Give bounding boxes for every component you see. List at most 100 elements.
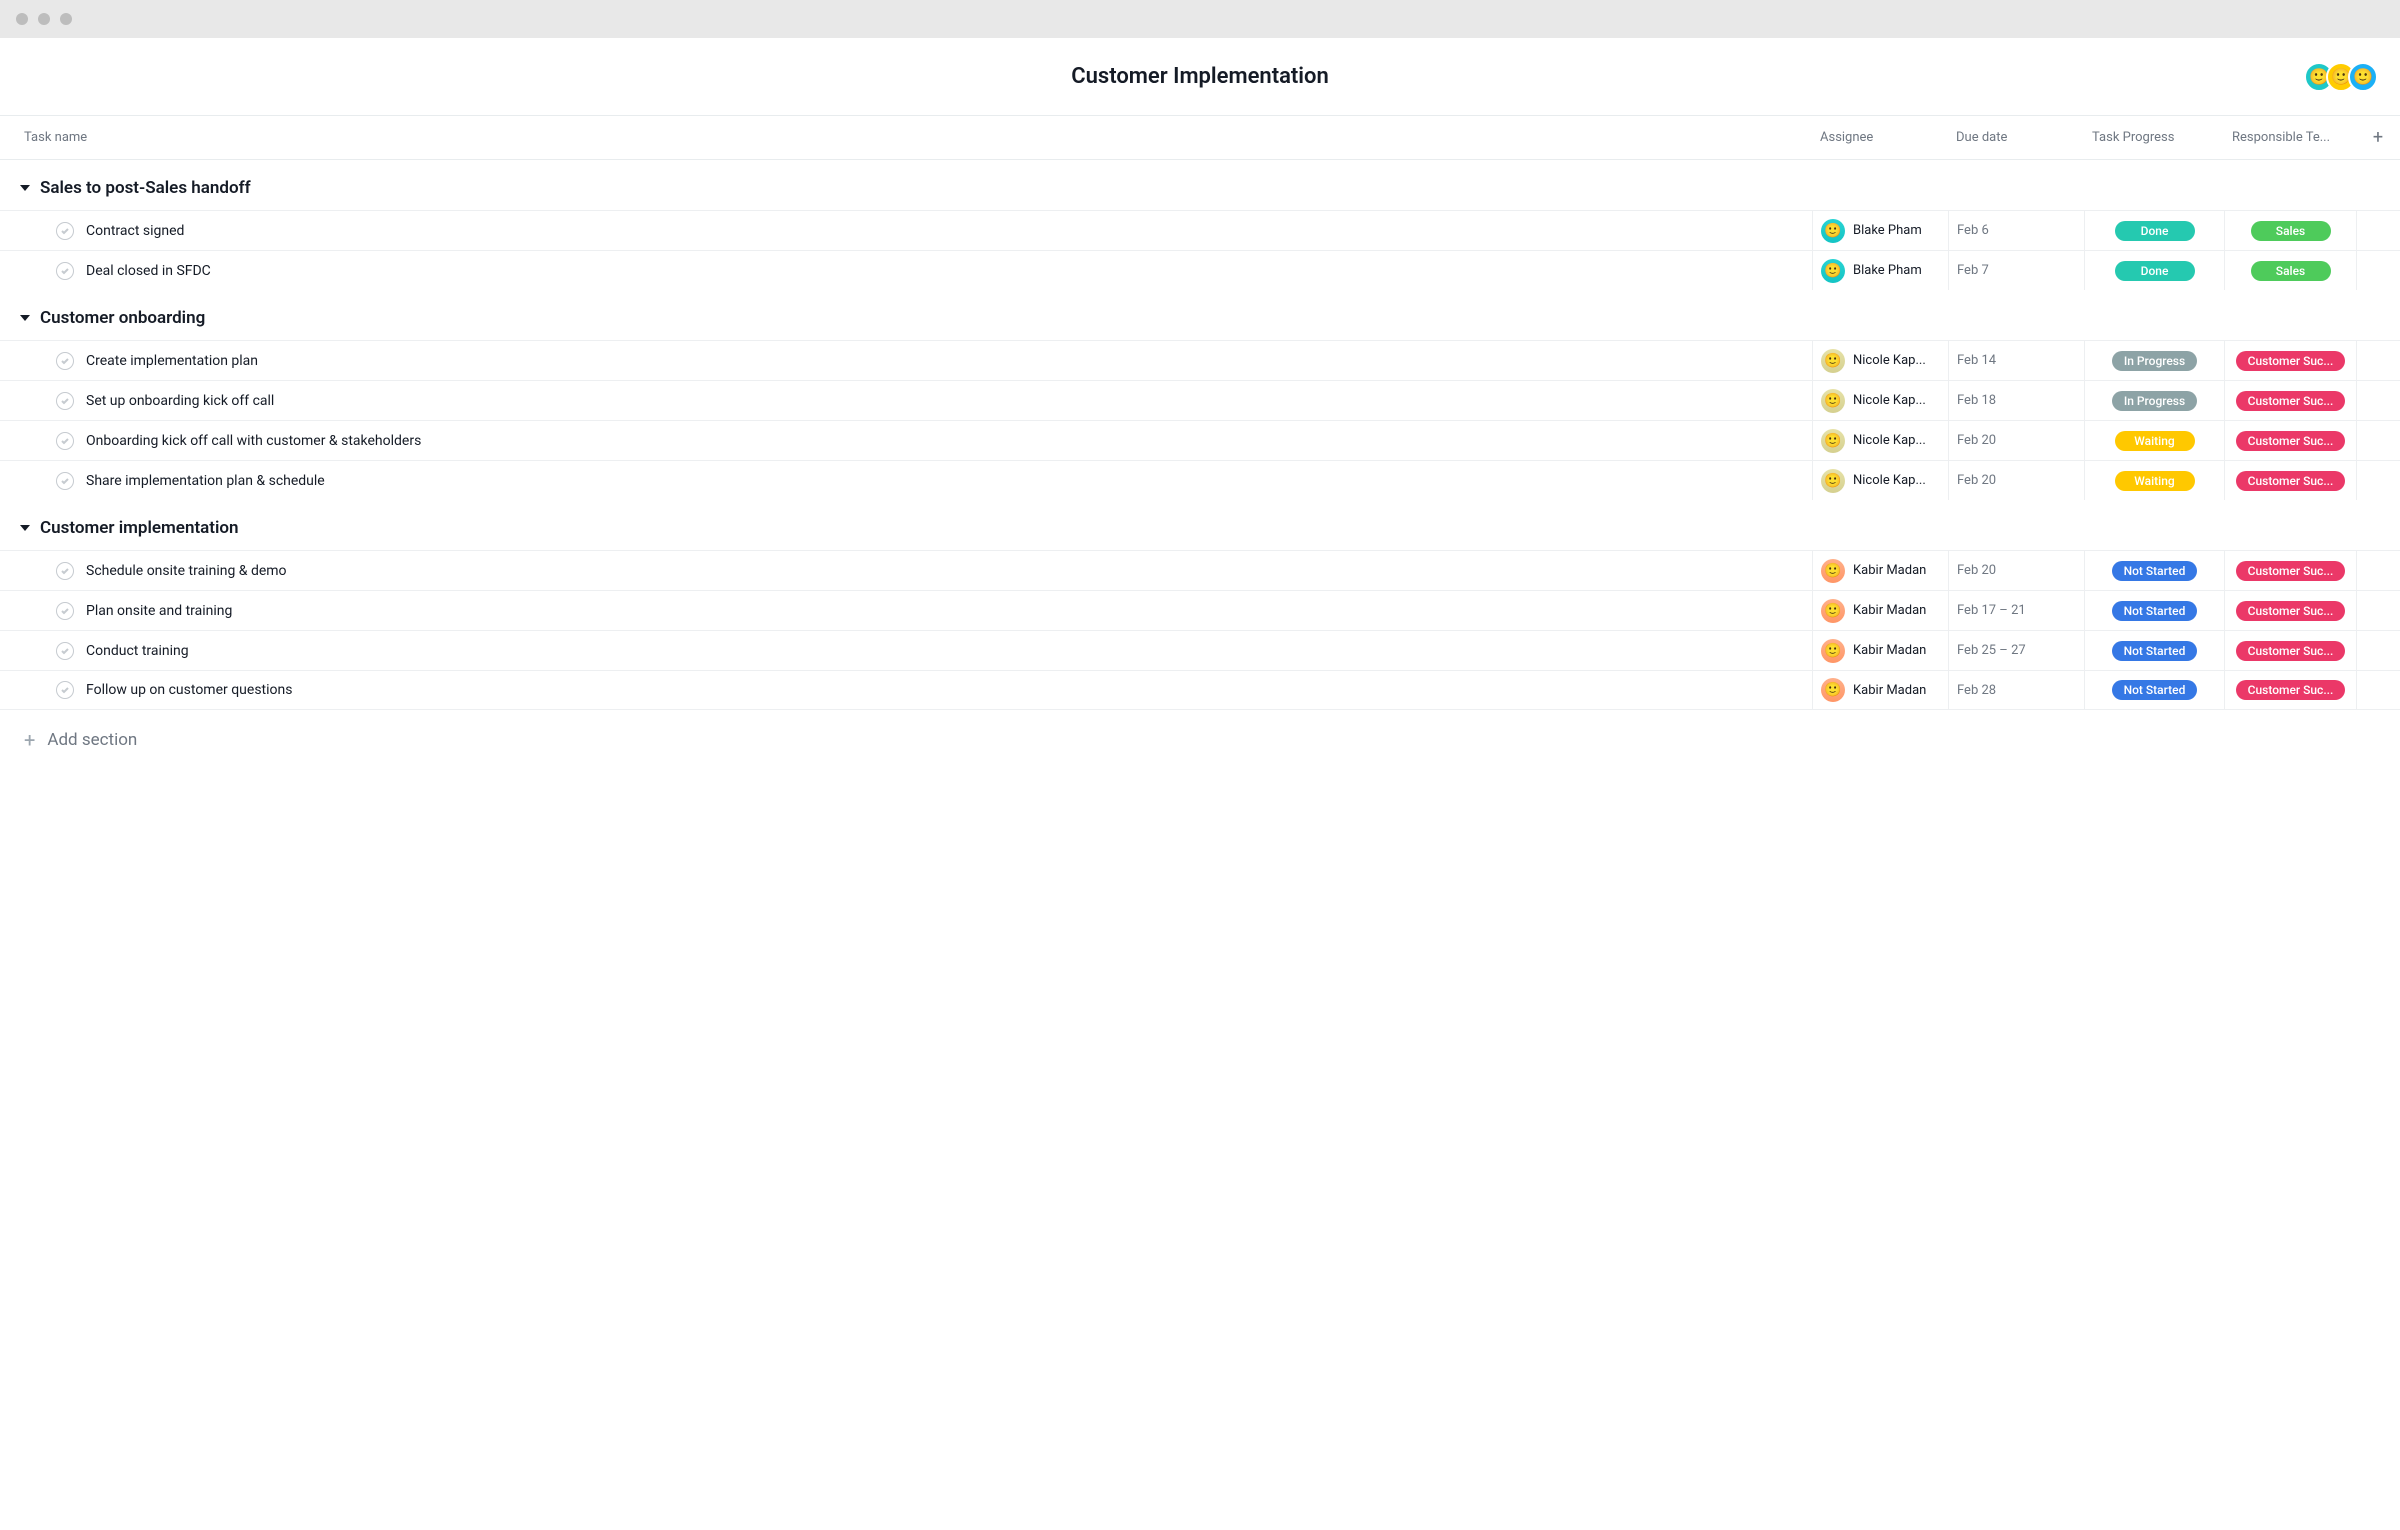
complete-task-checkbox[interactable] (56, 562, 74, 580)
complete-task-checkbox[interactable] (56, 681, 74, 699)
task-row[interactable]: Set up onboarding kick off call 🙂 Nicole… (0, 380, 2400, 420)
task-row[interactable]: Deal closed in SFDC 🙂 Blake PhamFeb 7Don… (0, 250, 2400, 290)
traffic-light-zoom[interactable] (60, 13, 72, 25)
task-row[interactable]: Plan onsite and training 🙂 Kabir MadanFe… (0, 590, 2400, 630)
progress-cell[interactable]: In Progress (2084, 341, 2224, 380)
team-cell[interactable]: Customer Suc... (2224, 461, 2356, 500)
due-date-cell[interactable]: Feb 25 – 27 (1948, 631, 2084, 670)
team-cell[interactable]: Sales (2224, 211, 2356, 250)
assignee-cell[interactable]: 🙂 Blake Pham (1812, 211, 1948, 250)
team-cell[interactable]: Customer Suc... (2224, 631, 2356, 670)
assignee-cell[interactable]: 🙂 Nicole Kap... (1812, 421, 1948, 460)
empty-cell (2356, 631, 2400, 670)
empty-cell (2356, 211, 2400, 250)
assignee-name: Nicole Kap... (1853, 353, 1926, 368)
empty-cell (2356, 251, 2400, 290)
progress-cell[interactable]: Not Started (2084, 591, 2224, 630)
complete-task-checkbox[interactable] (56, 392, 74, 410)
section-header[interactable]: Customer implementation (0, 500, 2400, 550)
assignee-cell[interactable]: 🙂 Kabir Madan (1812, 671, 1948, 709)
complete-task-checkbox[interactable] (56, 642, 74, 660)
assignee-cell[interactable]: 🙂 Blake Pham (1812, 251, 1948, 290)
assignee-avatar: 🙂 (1821, 429, 1845, 453)
progress-cell[interactable]: Waiting (2084, 461, 2224, 500)
task-row[interactable]: Schedule onsite training & demo 🙂 Kabir … (0, 550, 2400, 590)
due-date-cell[interactable]: Feb 17 – 21 (1948, 591, 2084, 630)
team-cell[interactable]: Customer Suc... (2224, 421, 2356, 460)
due-date-cell[interactable]: Feb 7 (1948, 251, 2084, 290)
due-date: Feb 7 (1957, 263, 1989, 278)
team-cell[interactable]: Customer Suc... (2224, 341, 2356, 380)
due-date-cell[interactable]: Feb 28 (1948, 671, 2084, 709)
assignee-cell[interactable]: 🙂 Kabir Madan (1812, 551, 1948, 590)
progress-cell[interactable]: Not Started (2084, 671, 2224, 709)
task-row[interactable]: Onboarding kick off call with customer &… (0, 420, 2400, 460)
chevron-down-icon[interactable] (20, 315, 30, 321)
assignee-cell[interactable]: 🙂 Nicole Kap... (1812, 461, 1948, 500)
task-name-cell: Schedule onsite training & demo (0, 562, 1812, 580)
progress-cell[interactable]: Done (2084, 251, 2224, 290)
team-cell[interactable]: Customer Suc... (2224, 551, 2356, 590)
task-row[interactable]: Create implementation plan 🙂 Nicole Kap.… (0, 340, 2400, 380)
due-date: Feb 20 (1957, 563, 1996, 578)
assignee-cell[interactable]: 🙂 Kabir Madan (1812, 631, 1948, 670)
traffic-light-minimize[interactable] (38, 13, 50, 25)
complete-task-checkbox[interactable] (56, 472, 74, 490)
team-cell[interactable]: Sales (2224, 251, 2356, 290)
column-responsible-team: Responsible Te... (2224, 130, 2356, 145)
due-date-cell[interactable]: Feb 20 (1948, 461, 2084, 500)
chevron-down-icon[interactable] (20, 525, 30, 531)
task-row[interactable]: Conduct training 🙂 Kabir MadanFeb 25 – 2… (0, 630, 2400, 670)
assignee-avatar: 🙂 (1821, 259, 1845, 283)
due-date-cell[interactable]: Feb 20 (1948, 551, 2084, 590)
progress-cell[interactable]: Waiting (2084, 421, 2224, 460)
team-cell[interactable]: Customer Suc... (2224, 381, 2356, 420)
traffic-light-close[interactable] (16, 13, 28, 25)
progress-cell[interactable]: Not Started (2084, 551, 2224, 590)
task-row[interactable]: Share implementation plan & schedule 🙂 N… (0, 460, 2400, 500)
task-name-cell: Plan onsite and training (0, 602, 1812, 620)
column-due-date: Due date (1948, 130, 2084, 145)
progress-pill: In Progress (2112, 351, 2197, 371)
assignee-cell[interactable]: 🙂 Kabir Madan (1812, 591, 1948, 630)
task-name-cell: Conduct training (0, 642, 1812, 660)
progress-cell[interactable]: In Progress (2084, 381, 2224, 420)
progress-pill: Waiting (2115, 431, 2195, 451)
team-cell[interactable]: Customer Suc... (2224, 591, 2356, 630)
task-name: Onboarding kick off call with customer &… (86, 433, 421, 449)
team-cell[interactable]: Customer Suc... (2224, 671, 2356, 709)
due-date-cell[interactable]: Feb 14 (1948, 341, 2084, 380)
section-header[interactable]: Customer onboarding (0, 290, 2400, 340)
complete-task-checkbox[interactable] (56, 222, 74, 240)
assignee-cell[interactable]: 🙂 Nicole Kap... (1812, 381, 1948, 420)
progress-cell[interactable]: Not Started (2084, 631, 2224, 670)
column-task-progress: Task Progress (2084, 130, 2224, 145)
page-title: Customer Implementation (1071, 64, 1329, 89)
add-section-button[interactable]: + Add section (0, 710, 2400, 750)
task-row[interactable]: Contract signed 🙂 Blake PhamFeb 6DoneSal… (0, 210, 2400, 250)
assignee-avatar: 🙂 (1821, 219, 1845, 243)
complete-task-checkbox[interactable] (56, 602, 74, 620)
due-date: Feb 18 (1957, 393, 1996, 408)
chevron-down-icon[interactable] (20, 185, 30, 191)
complete-task-checkbox[interactable] (56, 352, 74, 370)
due-date-cell[interactable]: Feb 20 (1948, 421, 2084, 460)
empty-cell (2356, 381, 2400, 420)
due-date-cell[interactable]: Feb 6 (1948, 211, 2084, 250)
progress-cell[interactable]: Done (2084, 211, 2224, 250)
column-assignee: Assignee (1812, 130, 1948, 145)
due-date: Feb 6 (1957, 223, 1989, 238)
section-header[interactable]: Sales to post-Sales handoff (0, 160, 2400, 210)
task-row[interactable]: Follow up on customer questions 🙂 Kabir … (0, 670, 2400, 710)
due-date-cell[interactable]: Feb 18 (1948, 381, 2084, 420)
assignee-cell[interactable]: 🙂 Nicole Kap... (1812, 341, 1948, 380)
team-pill: Customer Suc... (2236, 641, 2346, 661)
avatar[interactable]: 🙂 (2348, 62, 2378, 92)
task-name-cell: Create implementation plan (0, 352, 1812, 370)
task-name: Set up onboarding kick off call (86, 393, 274, 409)
complete-task-checkbox[interactable] (56, 432, 74, 450)
complete-task-checkbox[interactable] (56, 262, 74, 280)
section-title: Sales to post-Sales handoff (40, 178, 251, 198)
empty-cell (2356, 591, 2400, 630)
add-column-button[interactable]: + (2356, 127, 2400, 148)
